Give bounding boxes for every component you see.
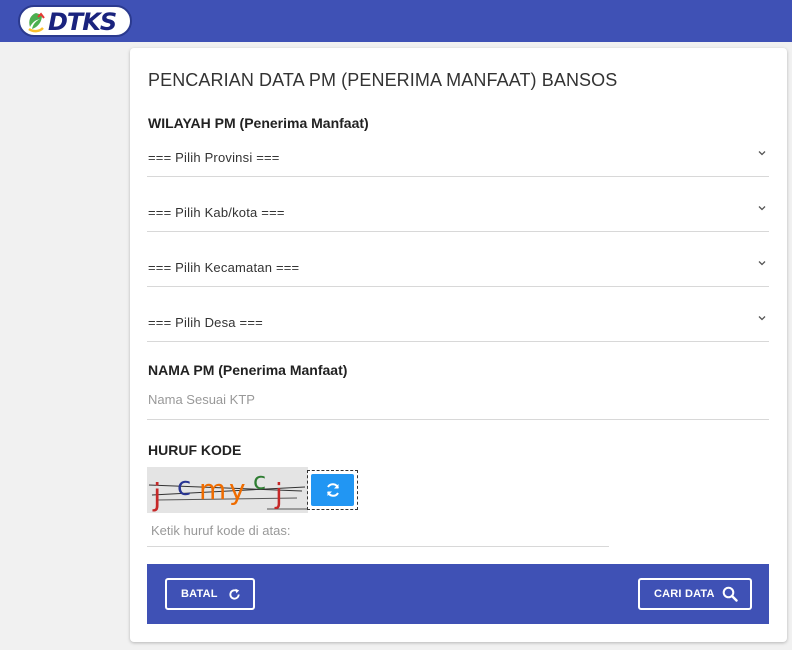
captcha-input[interactable] [150,514,609,546]
chevron-down-icon [758,151,766,156]
desa-select-value: === Pilih Desa === [148,315,263,330]
top-bar: DTKS [0,0,792,42]
cari-data-button-label: CARI DATA [654,588,715,600]
nama-input[interactable] [147,380,769,419]
chevron-down-icon [758,261,766,266]
sync-icon [326,483,339,497]
batal-button-label: BATAL [181,588,218,600]
captcha-refresh-focus [307,470,358,510]
captcha-char: j [152,478,161,513]
search-icon [722,586,738,602]
nama-label: NAMA PM (Penerima Manfaat) [148,362,348,378]
captcha-char: c [177,472,191,502]
logo-text: DTKS [48,8,117,36]
logo-leaf-icon [28,12,45,33]
captcha-char: c [253,467,266,495]
cari-data-button[interactable]: CARI DATA [638,578,752,610]
kabkota-select[interactable]: === Pilih Kab/kota === [147,192,769,232]
action-bar: BATAL CARI DATA [147,564,769,624]
search-form-card: PENCARIAN DATA PM (PENERIMA MANFAAT) BAN… [130,48,787,642]
chevron-down-icon [758,206,766,211]
captcha-char: m [199,473,226,506]
captcha-graphic: j c m y c j [148,467,307,513]
batal-button[interactable]: BATAL [165,578,255,610]
captcha-input-row [147,514,609,547]
captcha-image: j c m y c j [147,467,308,513]
chevron-down-icon [758,316,766,321]
captcha-char: y [229,473,246,506]
refresh-icon [229,588,240,600]
kabkota-select-value: === Pilih Kab/kota === [148,205,285,220]
dtks-logo[interactable]: DTKS [18,5,132,37]
captcha-refresh-button[interactable] [311,474,354,506]
kode-label: HURUF KODE [148,442,242,458]
provinsi-select[interactable]: === Pilih Provinsi === [147,137,769,177]
wilayah-label: WILAYAH PM (Penerima Manfaat) [148,115,369,131]
page-title: PENCARIAN DATA PM (PENERIMA MANFAAT) BAN… [148,70,618,90]
provinsi-select-value: === Pilih Provinsi === [148,150,280,165]
nama-input-row [147,380,769,420]
desa-select[interactable]: === Pilih Desa === [147,302,769,342]
kecamatan-select-value: === Pilih Kecamatan === [148,260,300,275]
kecamatan-select[interactable]: === Pilih Kecamatan === [147,247,769,287]
captcha-char: j [274,477,283,510]
